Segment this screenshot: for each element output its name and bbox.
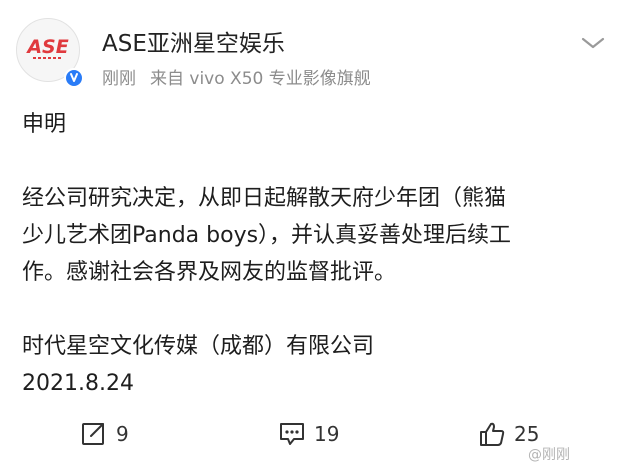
- chevron-down-icon: [581, 37, 605, 49]
- more-options-button[interactable]: [576, 30, 610, 56]
- account-name[interactable]: ASE亚洲星空娱乐: [102, 30, 285, 58]
- comment-button[interactable]: 19: [278, 412, 358, 456]
- like-icon: [480, 422, 505, 446]
- post-meta: 刚刚 来自 vivo X50 专业影像旗舰: [102, 68, 371, 90]
- post-source: 来自 vivo X50 专业影像旗舰: [150, 69, 371, 89]
- post-signature-block: 时代星空文化传媒（成都）有限公司 2021.8.24: [22, 328, 374, 402]
- post-body: 经公司研究决定，从即日起解散天府少年团（熊猫 少儿艺术团Panda boys），…: [22, 180, 511, 291]
- post-header: ASE ASE亚洲星空娱乐 刚刚 来自 vivo X50 专业影像旗舰: [0, 0, 620, 100]
- post-date: 2021.8.24: [22, 371, 134, 396]
- post-body-line: 少儿艺术团Panda boys），并认真妥善处理后续工: [22, 223, 512, 248]
- like-count: 25: [514, 422, 540, 446]
- post-signature: 时代星空文化传媒（成都）有限公司: [22, 334, 375, 359]
- post-time: 刚刚: [102, 69, 136, 89]
- repost-count: 9: [116, 422, 129, 446]
- svg-text:ASE: ASE: [25, 36, 68, 58]
- watermark: @刚刚: [528, 446, 570, 464]
- comment-icon: [280, 423, 304, 445]
- watermark-text: @刚刚: [528, 447, 570, 463]
- post-body-line: 经公司研究决定，从即日起解散天府少年团（熊猫: [22, 186, 507, 211]
- repost-button[interactable]: 9: [80, 412, 150, 456]
- repost-icon: [82, 423, 104, 445]
- action-bar: 9 19 25: [0, 412, 620, 456]
- comment-count: 19: [314, 422, 340, 446]
- post-title: 申明: [22, 112, 67, 137]
- verified-badge-icon: [64, 68, 84, 88]
- post-body-line: 作。感谢社会各界及网友的监督批评。: [22, 260, 397, 285]
